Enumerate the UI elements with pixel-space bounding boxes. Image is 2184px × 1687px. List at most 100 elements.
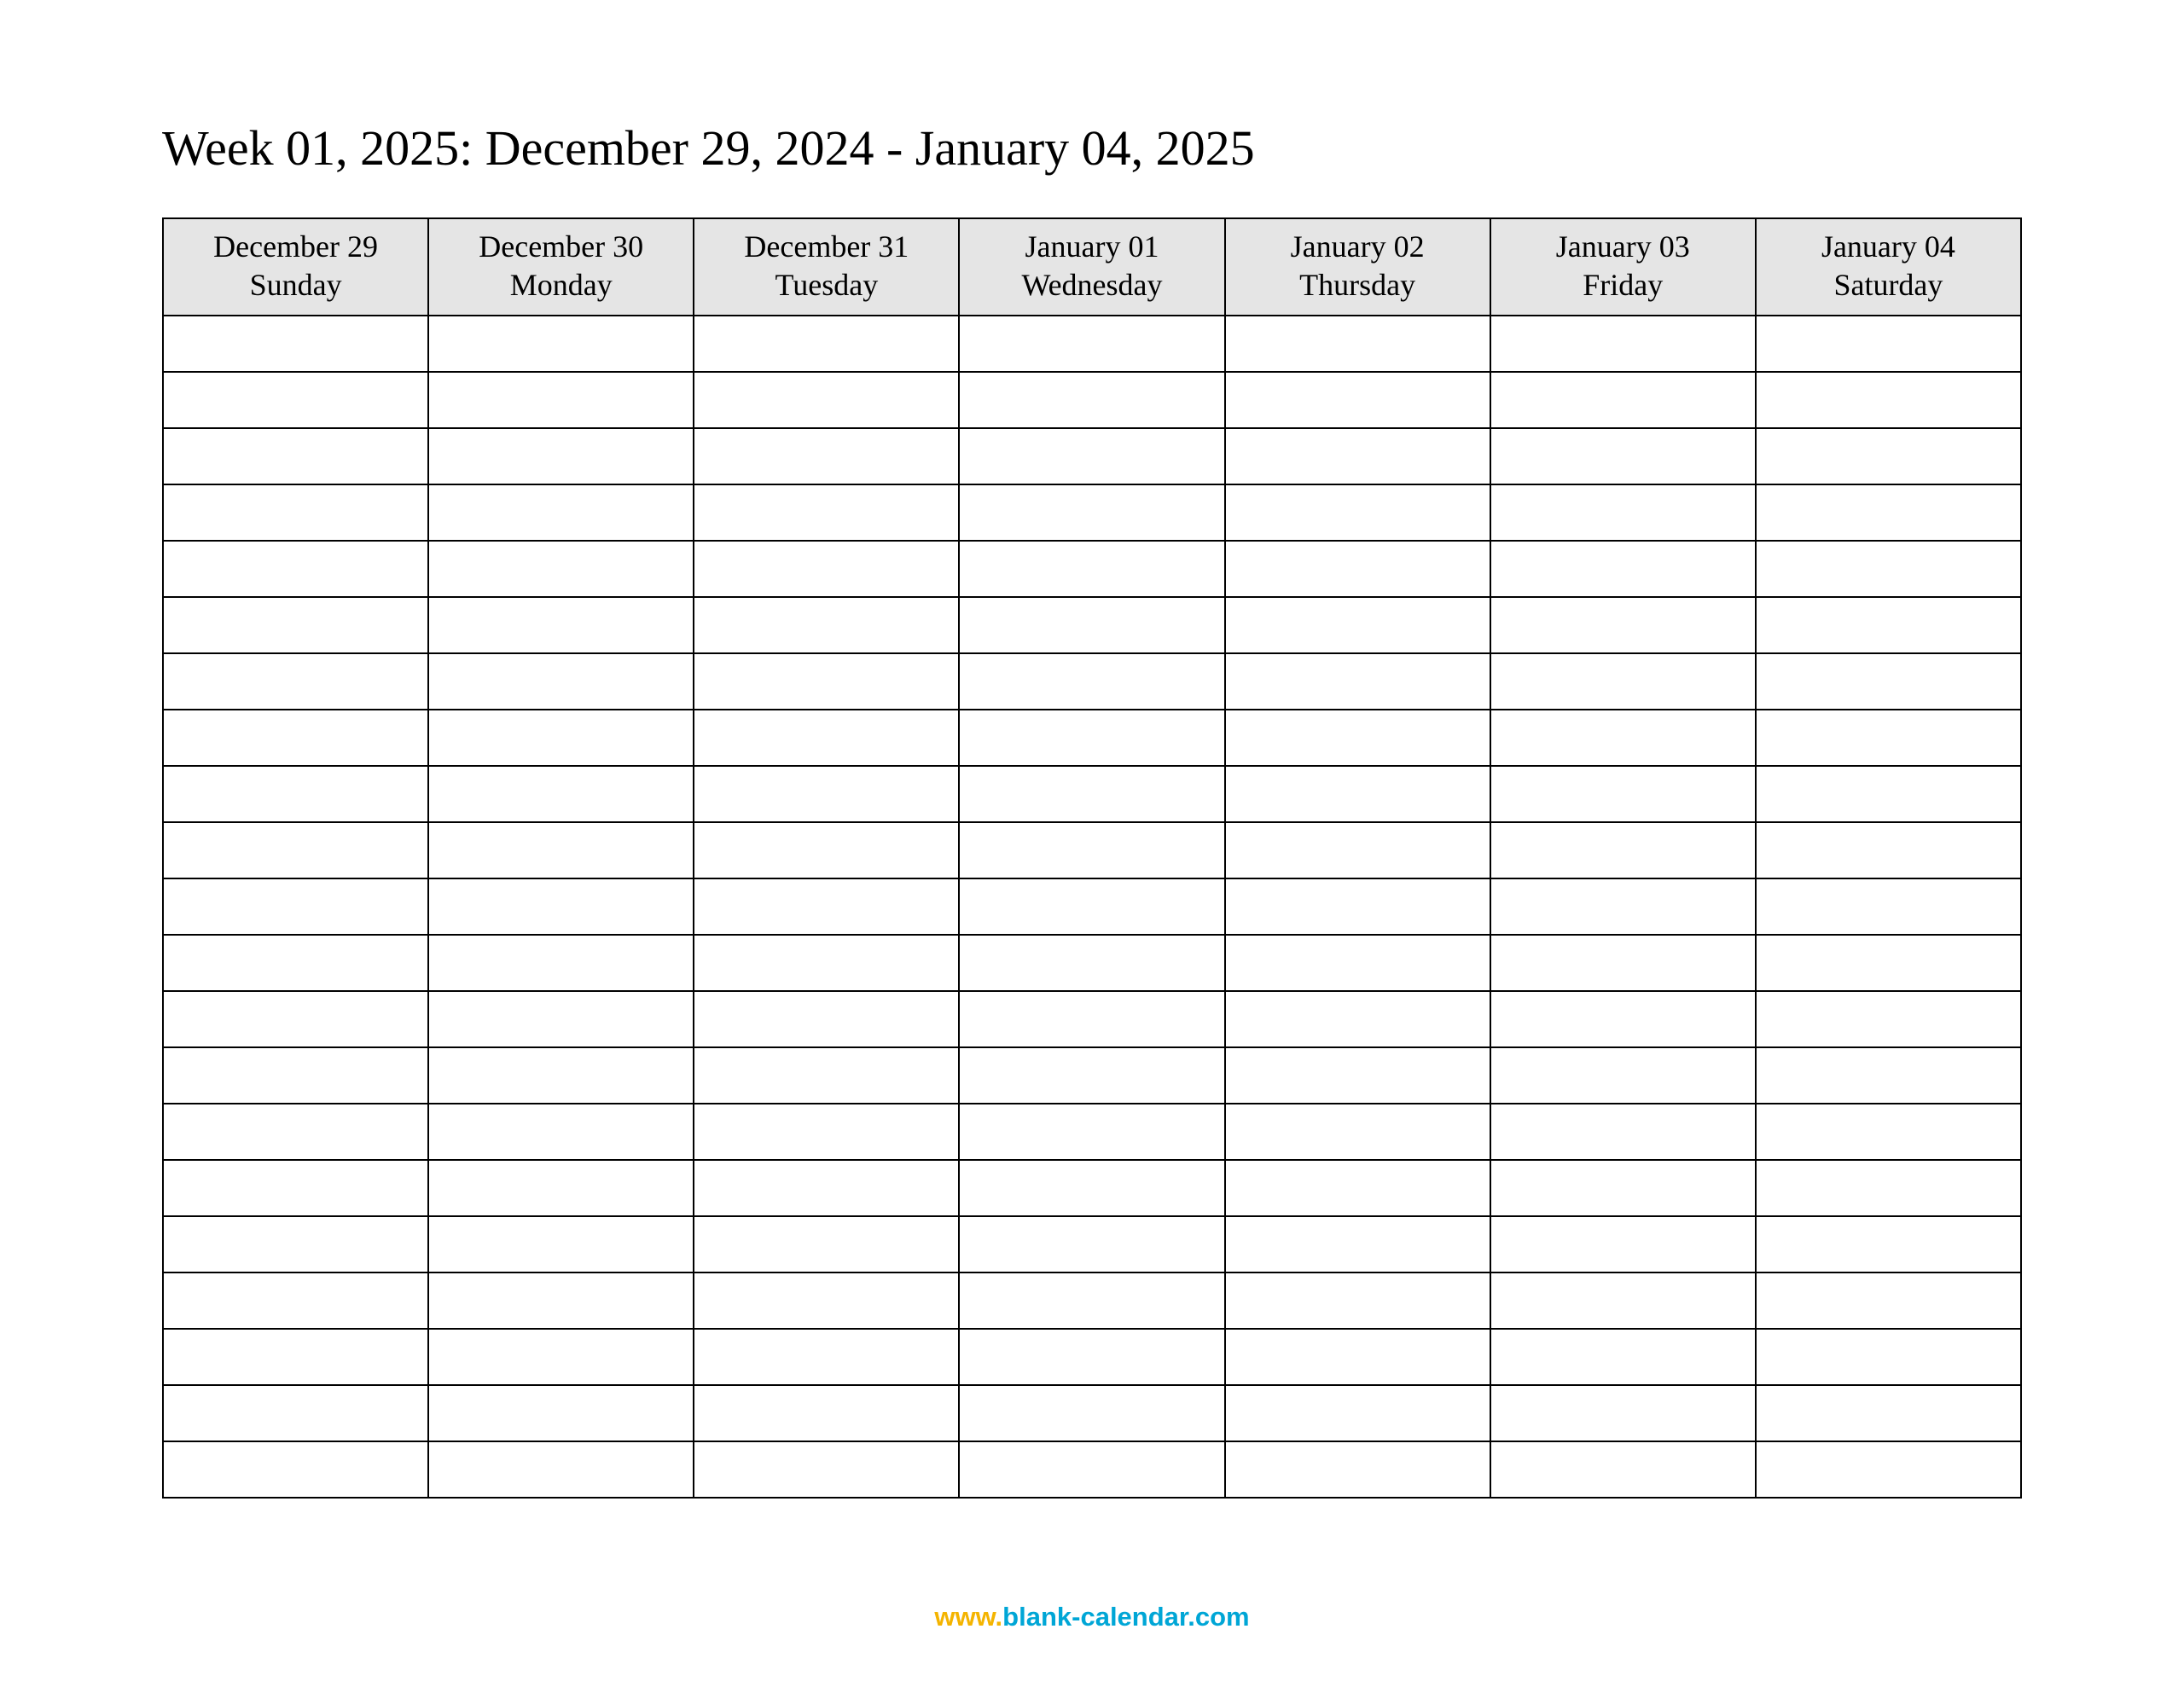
calendar-cell[interactable] (1756, 541, 2021, 597)
calendar-cell[interactable] (428, 1441, 694, 1498)
calendar-cell[interactable] (163, 484, 428, 541)
calendar-cell[interactable] (1490, 822, 1756, 878)
calendar-cell[interactable] (1225, 991, 1490, 1047)
calendar-cell[interactable] (1225, 878, 1490, 935)
calendar-cell[interactable] (163, 1329, 428, 1385)
calendar-cell[interactable] (694, 484, 959, 541)
calendar-cell[interactable] (428, 991, 694, 1047)
calendar-cell[interactable] (1225, 1441, 1490, 1498)
calendar-cell[interactable] (428, 710, 694, 766)
calendar-cell[interactable] (428, 878, 694, 935)
calendar-cell[interactable] (959, 1329, 1224, 1385)
calendar-cell[interactable] (163, 710, 428, 766)
calendar-cell[interactable] (1490, 935, 1756, 991)
calendar-cell[interactable] (428, 372, 694, 428)
calendar-cell[interactable] (959, 1216, 1224, 1272)
calendar-cell[interactable] (163, 1047, 428, 1104)
calendar-cell[interactable] (1756, 316, 2021, 372)
calendar-cell[interactable] (428, 1272, 694, 1329)
calendar-cell[interactable] (1225, 1216, 1490, 1272)
calendar-cell[interactable] (428, 766, 694, 822)
calendar-cell[interactable] (163, 822, 428, 878)
calendar-cell[interactable] (1490, 766, 1756, 822)
calendar-cell[interactable] (1756, 1216, 2021, 1272)
calendar-cell[interactable] (428, 935, 694, 991)
calendar-cell[interactable] (1225, 822, 1490, 878)
calendar-cell[interactable] (694, 822, 959, 878)
calendar-cell[interactable] (959, 1160, 1224, 1216)
calendar-cell[interactable] (163, 653, 428, 710)
calendar-cell[interactable] (959, 935, 1224, 991)
calendar-cell[interactable] (1490, 878, 1756, 935)
calendar-cell[interactable] (428, 1385, 694, 1441)
calendar-cell[interactable] (163, 1441, 428, 1498)
calendar-cell[interactable] (1490, 372, 1756, 428)
calendar-cell[interactable] (163, 1216, 428, 1272)
calendar-cell[interactable] (959, 316, 1224, 372)
calendar-cell[interactable] (694, 878, 959, 935)
calendar-cell[interactable] (163, 428, 428, 484)
calendar-cell[interactable] (1756, 372, 2021, 428)
calendar-cell[interactable] (1490, 316, 1756, 372)
calendar-cell[interactable] (694, 1441, 959, 1498)
calendar-cell[interactable] (959, 822, 1224, 878)
calendar-cell[interactable] (1756, 484, 2021, 541)
calendar-cell[interactable] (694, 653, 959, 710)
calendar-cell[interactable] (1756, 1385, 2021, 1441)
calendar-cell[interactable] (1490, 1385, 1756, 1441)
calendar-cell[interactable] (1225, 484, 1490, 541)
calendar-cell[interactable] (1490, 1272, 1756, 1329)
calendar-cell[interactable] (694, 1104, 959, 1160)
calendar-cell[interactable] (1225, 1104, 1490, 1160)
calendar-cell[interactable] (1490, 710, 1756, 766)
calendar-cell[interactable] (1756, 822, 2021, 878)
calendar-cell[interactable] (1756, 766, 2021, 822)
calendar-cell[interactable] (163, 1104, 428, 1160)
calendar-cell[interactable] (694, 372, 959, 428)
calendar-cell[interactable] (1490, 991, 1756, 1047)
calendar-cell[interactable] (1756, 653, 2021, 710)
calendar-cell[interactable] (959, 1272, 1224, 1329)
calendar-cell[interactable] (694, 316, 959, 372)
calendar-cell[interactable] (428, 1047, 694, 1104)
calendar-cell[interactable] (428, 1160, 694, 1216)
calendar-cell[interactable] (1756, 1272, 2021, 1329)
calendar-cell[interactable] (959, 541, 1224, 597)
calendar-cell[interactable] (1225, 1329, 1490, 1385)
calendar-cell[interactable] (163, 766, 428, 822)
calendar-cell[interactable] (959, 1047, 1224, 1104)
calendar-cell[interactable] (694, 766, 959, 822)
calendar-cell[interactable] (163, 1272, 428, 1329)
calendar-cell[interactable] (694, 541, 959, 597)
calendar-cell[interactable] (163, 541, 428, 597)
calendar-cell[interactable] (1225, 1385, 1490, 1441)
calendar-cell[interactable] (1756, 710, 2021, 766)
calendar-cell[interactable] (694, 991, 959, 1047)
calendar-cell[interactable] (959, 991, 1224, 1047)
calendar-cell[interactable] (1490, 541, 1756, 597)
calendar-cell[interactable] (1225, 766, 1490, 822)
calendar-cell[interactable] (428, 597, 694, 653)
calendar-cell[interactable] (1490, 597, 1756, 653)
calendar-cell[interactable] (1490, 428, 1756, 484)
calendar-cell[interactable] (163, 1160, 428, 1216)
calendar-cell[interactable] (1756, 1047, 2021, 1104)
calendar-cell[interactable] (1225, 372, 1490, 428)
calendar-cell[interactable] (1756, 1329, 2021, 1385)
calendar-cell[interactable] (694, 1160, 959, 1216)
calendar-cell[interactable] (959, 484, 1224, 541)
calendar-cell[interactable] (428, 316, 694, 372)
calendar-cell[interactable] (694, 1329, 959, 1385)
calendar-cell[interactable] (163, 935, 428, 991)
calendar-cell[interactable] (1756, 878, 2021, 935)
calendar-cell[interactable] (428, 541, 694, 597)
calendar-cell[interactable] (163, 1385, 428, 1441)
calendar-cell[interactable] (1225, 541, 1490, 597)
calendar-cell[interactable] (694, 1047, 959, 1104)
calendar-cell[interactable] (1756, 1104, 2021, 1160)
calendar-cell[interactable] (1225, 935, 1490, 991)
calendar-cell[interactable] (959, 1104, 1224, 1160)
calendar-cell[interactable] (1225, 1272, 1490, 1329)
calendar-cell[interactable] (694, 1272, 959, 1329)
calendar-cell[interactable] (1225, 710, 1490, 766)
